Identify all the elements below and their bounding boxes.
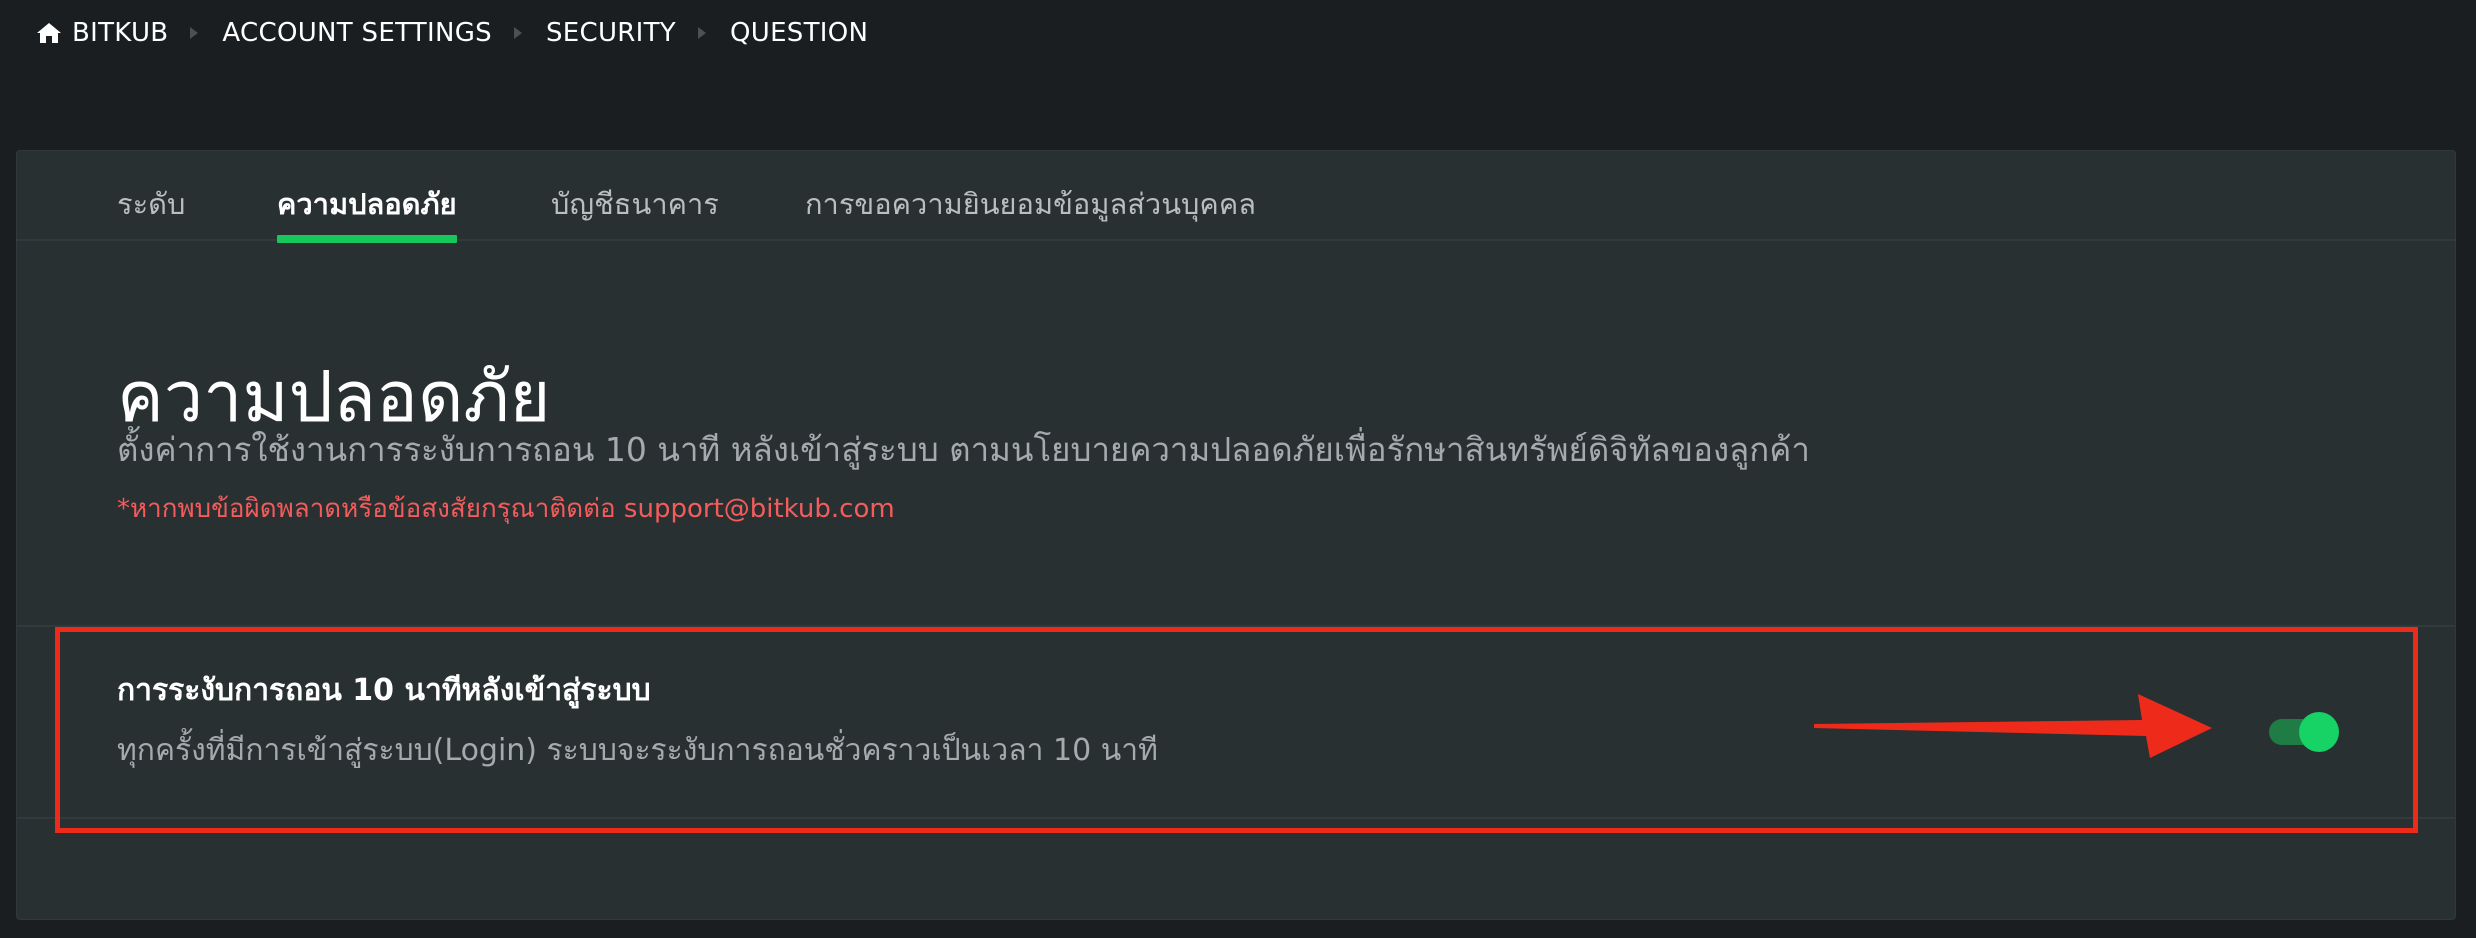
page: BITKUB ACCOUNT SETTINGS SECURITY QUESTIO… bbox=[0, 0, 2476, 938]
tab-level[interactable]: ระดับ bbox=[117, 181, 185, 241]
tab-security[interactable]: ความปลอดภัย bbox=[277, 181, 457, 243]
support-note: *หากพบข้อผิดพลาดหรือข้อสงสัยกรุณาติดต่อ … bbox=[117, 494, 895, 524]
breadcrumb-label: ACCOUNT SETTINGS bbox=[222, 18, 492, 48]
breadcrumb-label: QUESTION bbox=[729, 18, 869, 48]
chevron-right-icon bbox=[190, 27, 199, 39]
breadcrumb: BITKUB ACCOUNT SETTINGS SECURITY QUESTIO… bbox=[36, 16, 868, 50]
tab-bar: ระดับ ความปลอดภัย บัญชีธนาคาร การขอความย… bbox=[17, 151, 2455, 243]
breadcrumb-item-bitkub[interactable]: BITKUB bbox=[36, 18, 168, 48]
breadcrumb-item-question[interactable]: QUESTION bbox=[730, 18, 868, 48]
chevron-right-icon bbox=[697, 27, 706, 39]
annotation-arrow-icon bbox=[1814, 694, 2212, 758]
breadcrumb-item-security[interactable]: SECURITY bbox=[546, 18, 676, 48]
chevron-right-icon bbox=[513, 27, 522, 39]
page-subtitle: ตั้งค่าการใช้งานการระงับการถอน 10 นาที ห… bbox=[117, 430, 1810, 469]
breadcrumb-item-account-settings[interactable]: ACCOUNT SETTINGS bbox=[222, 18, 492, 48]
home-icon bbox=[37, 23, 61, 43]
breadcrumb-label: BITKUB bbox=[72, 18, 169, 48]
tab-personal-data-consent[interactable]: การขอความยินยอมข้อมูลส่วนบุคคล bbox=[805, 181, 1256, 241]
breadcrumb-label: SECURITY bbox=[545, 18, 676, 48]
tab-bank-account[interactable]: บัญชีธนาคาร bbox=[551, 181, 719, 241]
